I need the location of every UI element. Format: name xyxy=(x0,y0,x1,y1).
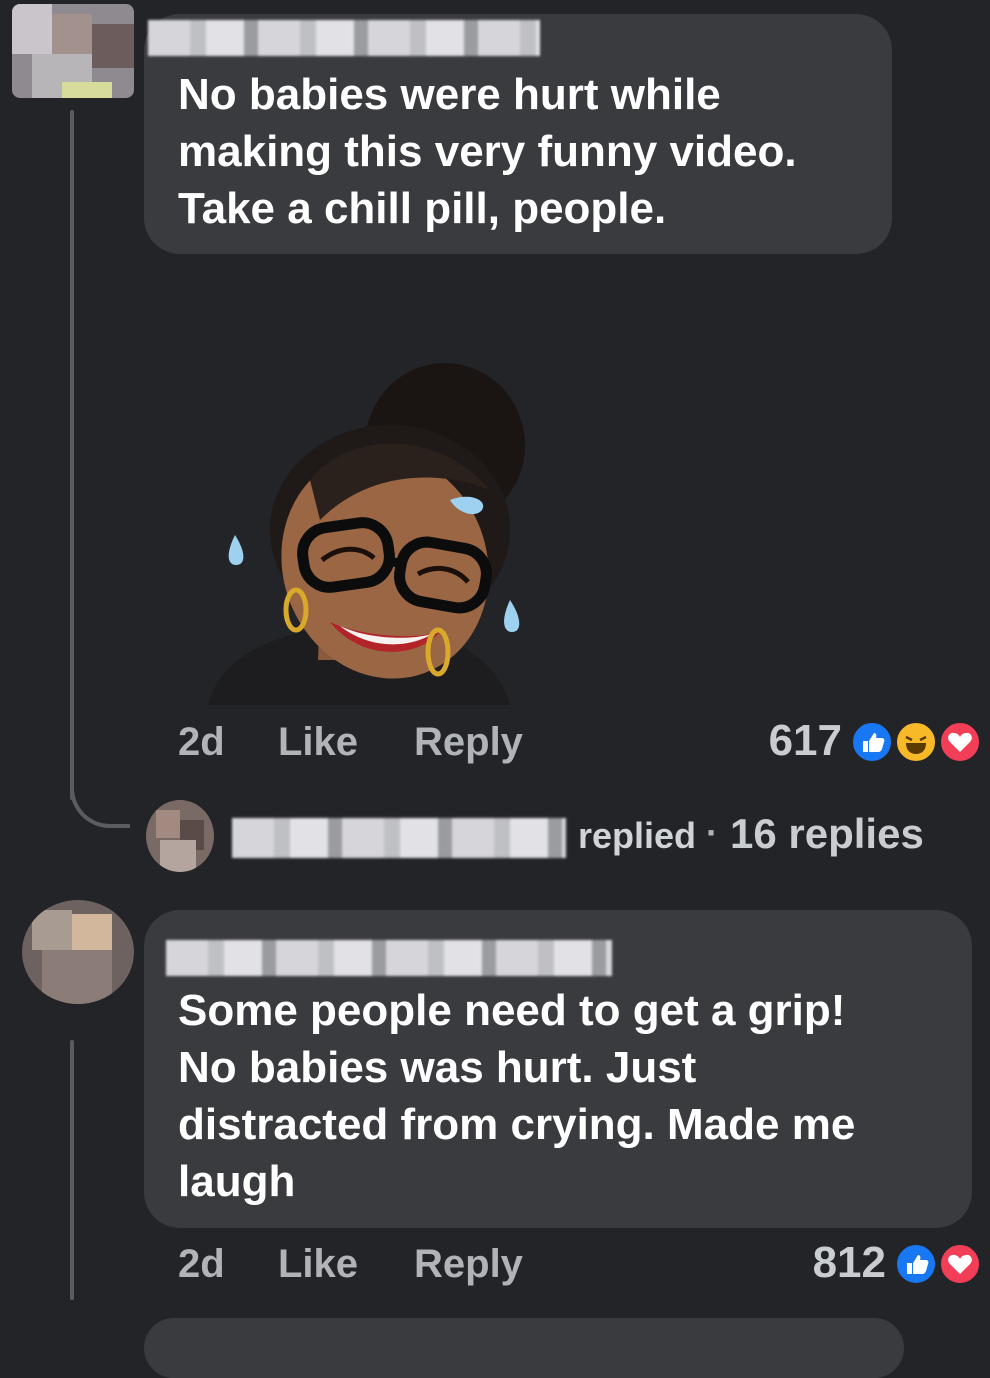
replier-avatar[interactable] xyxy=(146,800,214,872)
haha-icon xyxy=(894,720,938,764)
like-button[interactable]: Like xyxy=(278,720,358,765)
reaction-count[interactable]: 812 xyxy=(764,1238,886,1288)
comment-time[interactable]: 2d xyxy=(178,1242,225,1287)
thread-line xyxy=(70,110,74,800)
comment-text: Some people need to get a grip! No babie… xyxy=(178,986,856,1206)
thread-connector xyxy=(70,760,130,828)
blurred-username[interactable] xyxy=(148,20,540,56)
comment-text: No babies were hurt while making this ve… xyxy=(178,70,797,233)
like-icon xyxy=(894,1242,938,1286)
like-icon xyxy=(850,720,894,764)
avatar[interactable] xyxy=(22,900,134,1004)
like-button[interactable]: Like xyxy=(278,1242,358,1287)
laughing-memoji-sticker xyxy=(200,360,540,705)
view-replies-link[interactable]: 16 replies xyxy=(730,810,924,858)
avatar[interactable] xyxy=(12,4,134,98)
replied-label[interactable]: replied xyxy=(578,815,696,857)
next-comment-bubble xyxy=(144,1318,904,1378)
reply-button[interactable]: Reply xyxy=(414,1242,523,1287)
blurred-replier-name[interactable] xyxy=(232,818,566,858)
reaction-count[interactable]: 617 xyxy=(720,716,842,766)
blurred-username[interactable] xyxy=(166,940,612,976)
reply-button[interactable]: Reply xyxy=(414,720,523,765)
love-icon xyxy=(938,720,982,764)
comment-time[interactable]: 2d xyxy=(178,720,225,765)
separator-dot: · xyxy=(706,812,718,853)
love-icon xyxy=(938,1242,982,1286)
thread-line xyxy=(70,1040,74,1300)
